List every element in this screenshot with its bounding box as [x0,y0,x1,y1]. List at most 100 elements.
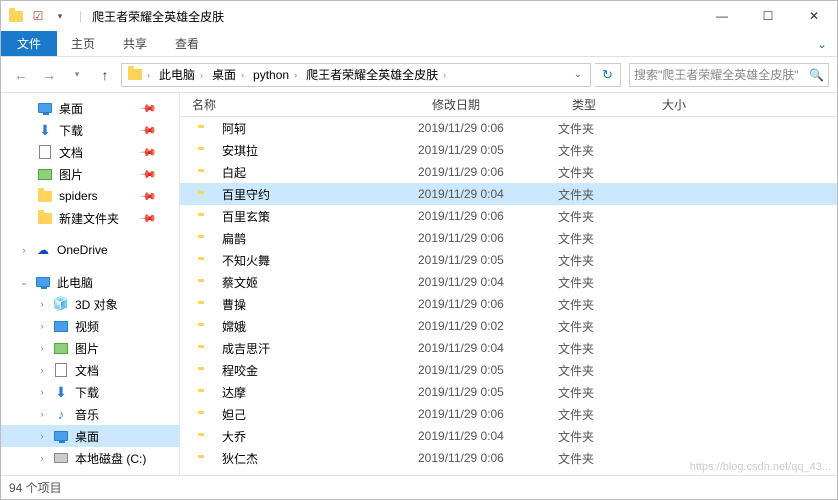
table-row[interactable]: 不知火舞2019/11/29 0:05文件夹 [180,249,837,271]
chevron-right-icon[interactable]: › [37,387,47,397]
close-button[interactable]: ✕ [791,1,837,31]
table-row[interactable]: 达摩2019/11/29 0:05文件夹 [180,381,837,403]
nav-history-icon[interactable]: ▾ [65,63,89,87]
column-name[interactable]: 名称 [180,96,420,113]
chevron-right-icon[interactable]: › [440,70,449,80]
sidebar-icon: ⬇ [53,384,69,400]
table-row[interactable]: 大乔2019/11/29 0:04文件夹 [180,425,837,447]
search-icon[interactable]: 🔍 [809,68,824,82]
table-row[interactable]: 扁鹊2019/11/29 0:06文件夹 [180,227,837,249]
column-type[interactable]: 类型 [560,96,650,113]
file-name: 大乔 [222,428,418,445]
navigation-pane[interactable]: 桌面📌⬇下载📌文档📌图片📌spiders📌新建文件夹📌›☁OneDrive⌄此电… [1,93,179,475]
sidebar-item[interactable]: 新建文件夹📌 [1,207,179,229]
tab-share[interactable]: 共享 [109,31,161,56]
chevron-right-icon[interactable]: › [291,70,300,80]
sidebar-item[interactable]: ›图片 [1,337,179,359]
table-row[interactable]: 百里守约2019/11/29 0:04文件夹 [180,183,837,205]
file-list[interactable]: 阿轲2019/11/29 0:06文件夹安琪拉2019/11/29 0:05文件… [180,117,837,475]
sidebar-thispc[interactable]: ⌄此电脑 [1,271,179,293]
chevron-right-icon[interactable]: › [37,321,47,331]
sidebar-item[interactable]: 桌面📌 [1,97,179,119]
file-name: 嫦娥 [222,318,418,335]
file-tab[interactable]: 文件 [1,31,57,56]
file-type: 文件夹 [558,208,648,225]
nav-forward-button: → [37,63,61,87]
search-box[interactable]: 搜索"爬王者荣耀全英雄全皮肤" 🔍 [629,63,829,87]
sidebar-item-label: 新建文件夹 [59,210,119,227]
sidebar-item[interactable]: ⬇下载📌 [1,119,179,141]
sidebar-item[interactable]: spiders📌 [1,185,179,207]
address-bar[interactable]: › 此电脑› 桌面› python› 爬王者荣耀全英雄全皮肤› ⌄ [121,63,591,87]
table-row[interactable]: 成吉思汗2019/11/29 0:04文件夹 [180,337,837,359]
chevron-right-icon[interactable]: › [19,245,29,255]
table-row[interactable]: 嫦娥2019/11/29 0:02文件夹 [180,315,837,337]
sidebar-item[interactable]: ›♪音乐 [1,403,179,425]
table-row[interactable]: 蔡文姬2019/11/29 0:04文件夹 [180,271,837,293]
search-placeholder: 搜索"爬王者荣耀全英雄全皮肤" [634,66,799,83]
chevron-right-icon[interactable]: › [37,453,47,463]
ribbon-expand-icon[interactable]: ⌄ [807,31,837,56]
navigation-bar: ← → ▾ ↑ › 此电脑› 桌面› python› 爬王者荣耀全英雄全皮肤› … [1,57,837,93]
file-date: 2019/11/29 0:02 [418,319,558,333]
maximize-button[interactable]: ☐ [745,1,791,31]
sidebar-item[interactable]: ›🧊3D 对象 [1,293,179,315]
pin-icon: 📌 [139,99,158,118]
chevron-right-icon[interactable]: › [37,343,47,353]
file-type: 文件夹 [558,164,648,181]
breadcrumb[interactable]: python› [251,68,302,82]
sidebar-item[interactable]: ›视频 [1,315,179,337]
nav-up-button[interactable]: ↑ [93,63,117,87]
column-size[interactable]: 大小 [650,96,837,113]
sidebar-item[interactable]: 文档📌 [1,141,179,163]
qat-dropdown-icon[interactable]: ▾ [51,7,69,25]
chevron-right-icon[interactable]: › [144,70,153,80]
sidebar-item-label: 下载 [75,384,99,401]
separator: | [79,9,82,23]
qat-item-icon[interactable]: ☑ [29,7,47,25]
file-type: 文件夹 [558,318,648,335]
sidebar-icon [53,318,69,334]
chevron-right-icon[interactable]: › [37,431,47,441]
sidebar-icon: ⬇ [37,122,53,138]
column-date[interactable]: 修改日期 [420,96,560,113]
table-row[interactable]: 程咬金2019/11/29 0:05文件夹 [180,359,837,381]
address-dropdown-icon[interactable]: ⌄ [574,69,586,80]
sidebar-item-label: 文档 [59,144,83,161]
breadcrumb[interactable]: › [126,69,155,80]
file-type: 文件夹 [558,450,648,467]
table-row[interactable]: 曹操2019/11/29 0:06文件夹 [180,293,837,315]
breadcrumb[interactable]: 爬王者荣耀全英雄全皮肤› [304,66,451,83]
file-name: 白起 [222,164,418,181]
sidebar-icon [53,340,69,356]
pin-icon: 📌 [139,121,158,140]
table-row[interactable]: 妲己2019/11/29 0:06文件夹 [180,403,837,425]
tab-view[interactable]: 查看 [161,31,213,56]
file-type: 文件夹 [558,296,648,313]
chevron-right-icon[interactable]: › [37,409,47,419]
refresh-button[interactable]: ↻ [595,63,621,87]
breadcrumb[interactable]: 桌面› [210,66,249,83]
chevron-down-icon[interactable]: ⌄ [19,277,29,288]
chevron-right-icon[interactable]: › [197,70,206,80]
pin-icon: 📌 [139,187,158,206]
sidebar-onedrive[interactable]: ›☁OneDrive [1,239,179,261]
sidebar-item[interactable]: ›文档 [1,359,179,381]
table-row[interactable]: 百里玄策2019/11/29 0:06文件夹 [180,205,837,227]
window-controls: — ☐ ✕ [699,1,837,31]
table-row[interactable]: 狄仁杰2019/11/29 0:06文件夹 [180,447,837,469]
sidebar-item[interactable]: 图片📌 [1,163,179,185]
breadcrumb[interactable]: 此电脑› [157,66,208,83]
sidebar-item[interactable]: › ⬇ 下载 [1,381,179,403]
table-row[interactable]: 安琪拉2019/11/29 0:05文件夹 [180,139,837,161]
chevron-right-icon[interactable]: › [238,70,247,80]
chevron-right-icon[interactable]: › [37,365,47,375]
minimize-button[interactable]: — [699,1,745,31]
table-row[interactable]: 白起2019/11/29 0:06文件夹 [180,161,837,183]
sidebar-item[interactable]: ›本地磁盘 (C:) [1,447,179,469]
chevron-right-icon[interactable]: › [37,299,47,309]
sidebar-item[interactable]: ›桌面 [1,425,179,447]
nav-back-button[interactable]: ← [9,63,33,87]
tab-home[interactable]: 主页 [57,31,109,56]
table-row[interactable]: 阿轲2019/11/29 0:06文件夹 [180,117,837,139]
